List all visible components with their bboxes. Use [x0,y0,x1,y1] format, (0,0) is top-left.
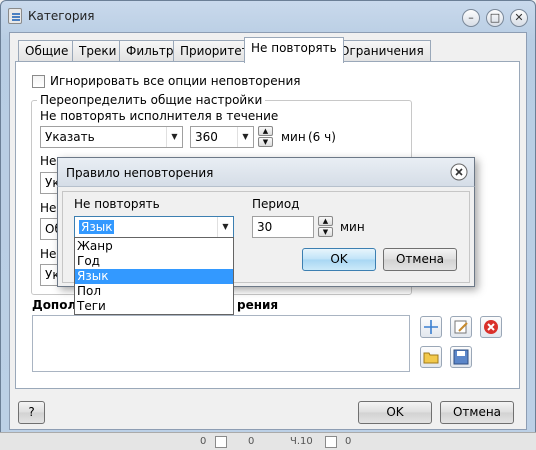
open-rules-button[interactable] [420,346,442,368]
background-checkbox [215,436,227,448]
hidden-row-label: Не [40,247,57,261]
save-rules-button[interactable] [450,346,472,368]
modal-title: Правило неповторения [66,166,214,180]
spin-down-icon[interactable]: ▼ [318,227,333,237]
delete-icon [484,320,498,334]
save-icon [453,349,469,365]
modal-cancel-button[interactable]: Отмена [383,248,457,271]
additional-rules-list[interactable] [32,315,410,372]
background-cell: 0 [345,436,352,447]
artist-mode-select[interactable]: Указать [40,126,183,148]
tab-no-repeat[interactable]: Не повторять [244,37,344,63]
modal-period-value: 30 [257,220,273,234]
window-app-icon [8,8,22,24]
background-cell: 0 [200,436,207,447]
delete-rule-button[interactable] [480,316,502,338]
spin-down-icon[interactable]: ▼ [258,137,273,147]
artist-hint: (6 ч) [308,130,336,144]
modal-period-unit: мин [340,220,365,234]
minimize-icon[interactable]: – [462,9,480,27]
close-icon [450,163,468,181]
help-button[interactable]: ? [18,401,45,424]
artist-mode-value: Указать [45,130,95,144]
ignore-all-checkbox[interactable] [32,75,45,88]
ignore-all-label: Игнорировать все опции неповторения [50,74,301,88]
open-folder-icon [423,352,439,364]
spin-up-icon[interactable]: ▲ [258,126,273,136]
tab-general[interactable]: Общие [18,40,76,61]
override-groupbox-title: Переопределить общие настройки [37,93,266,107]
modal-field-select[interactable]: Язык [74,216,234,238]
add-rule-button[interactable] [420,316,442,338]
artist-repeat-label: Не повторять исполнителя в течение [40,109,279,123]
hidden-row-label: Не [40,154,57,168]
dropdown-option[interactable]: Пол [75,284,233,299]
dropdown-option[interactable]: Жанр [75,239,233,254]
modal-field-label: Не повторять [74,197,160,211]
add-icon [424,320,438,334]
background-checkbox [325,436,337,448]
additional-rules-label-end: рения [237,298,279,312]
modal-period-input[interactable]: 30 [252,216,314,238]
background-cell: Ч.10 [290,436,313,447]
artist-period-value: 360 [195,130,218,144]
edit-rule-button[interactable] [450,316,472,338]
tab-filter[interactable]: Фильтр [119,40,181,61]
tab-restrictions[interactable]: Ограничения [333,40,431,61]
close-icon[interactable]: ✕ [510,9,528,27]
background-cell: 0 [248,436,255,447]
ok-button[interactable]: OK [358,401,432,424]
dropdown-option-selected[interactable]: Язык [75,269,233,284]
chevron-down-icon[interactable]: ▼ [217,217,233,237]
hidden-row-label: Не [40,201,57,215]
spin-up-icon[interactable]: ▲ [318,216,333,226]
chevron-down-icon[interactable]: ▼ [166,127,182,147]
maximize-icon[interactable]: □ [486,9,504,27]
dropdown-option[interactable]: Теги [75,299,233,314]
chevron-down-icon[interactable]: ▼ [237,127,253,147]
modal-close-button[interactable] [450,163,468,181]
artist-unit: мин [281,130,306,144]
modal-field-value: Язык [79,220,115,234]
edit-icon [454,320,468,334]
tab-tracks[interactable]: Треки [72,40,124,61]
window-title: Категория [28,9,95,23]
cancel-button[interactable]: Отмена [440,401,514,424]
modal-ok-button[interactable]: OK [302,248,376,271]
modal-period-label: Период [252,197,300,211]
dropdown-option[interactable]: Год [75,254,233,269]
background-window-strip [0,432,536,450]
